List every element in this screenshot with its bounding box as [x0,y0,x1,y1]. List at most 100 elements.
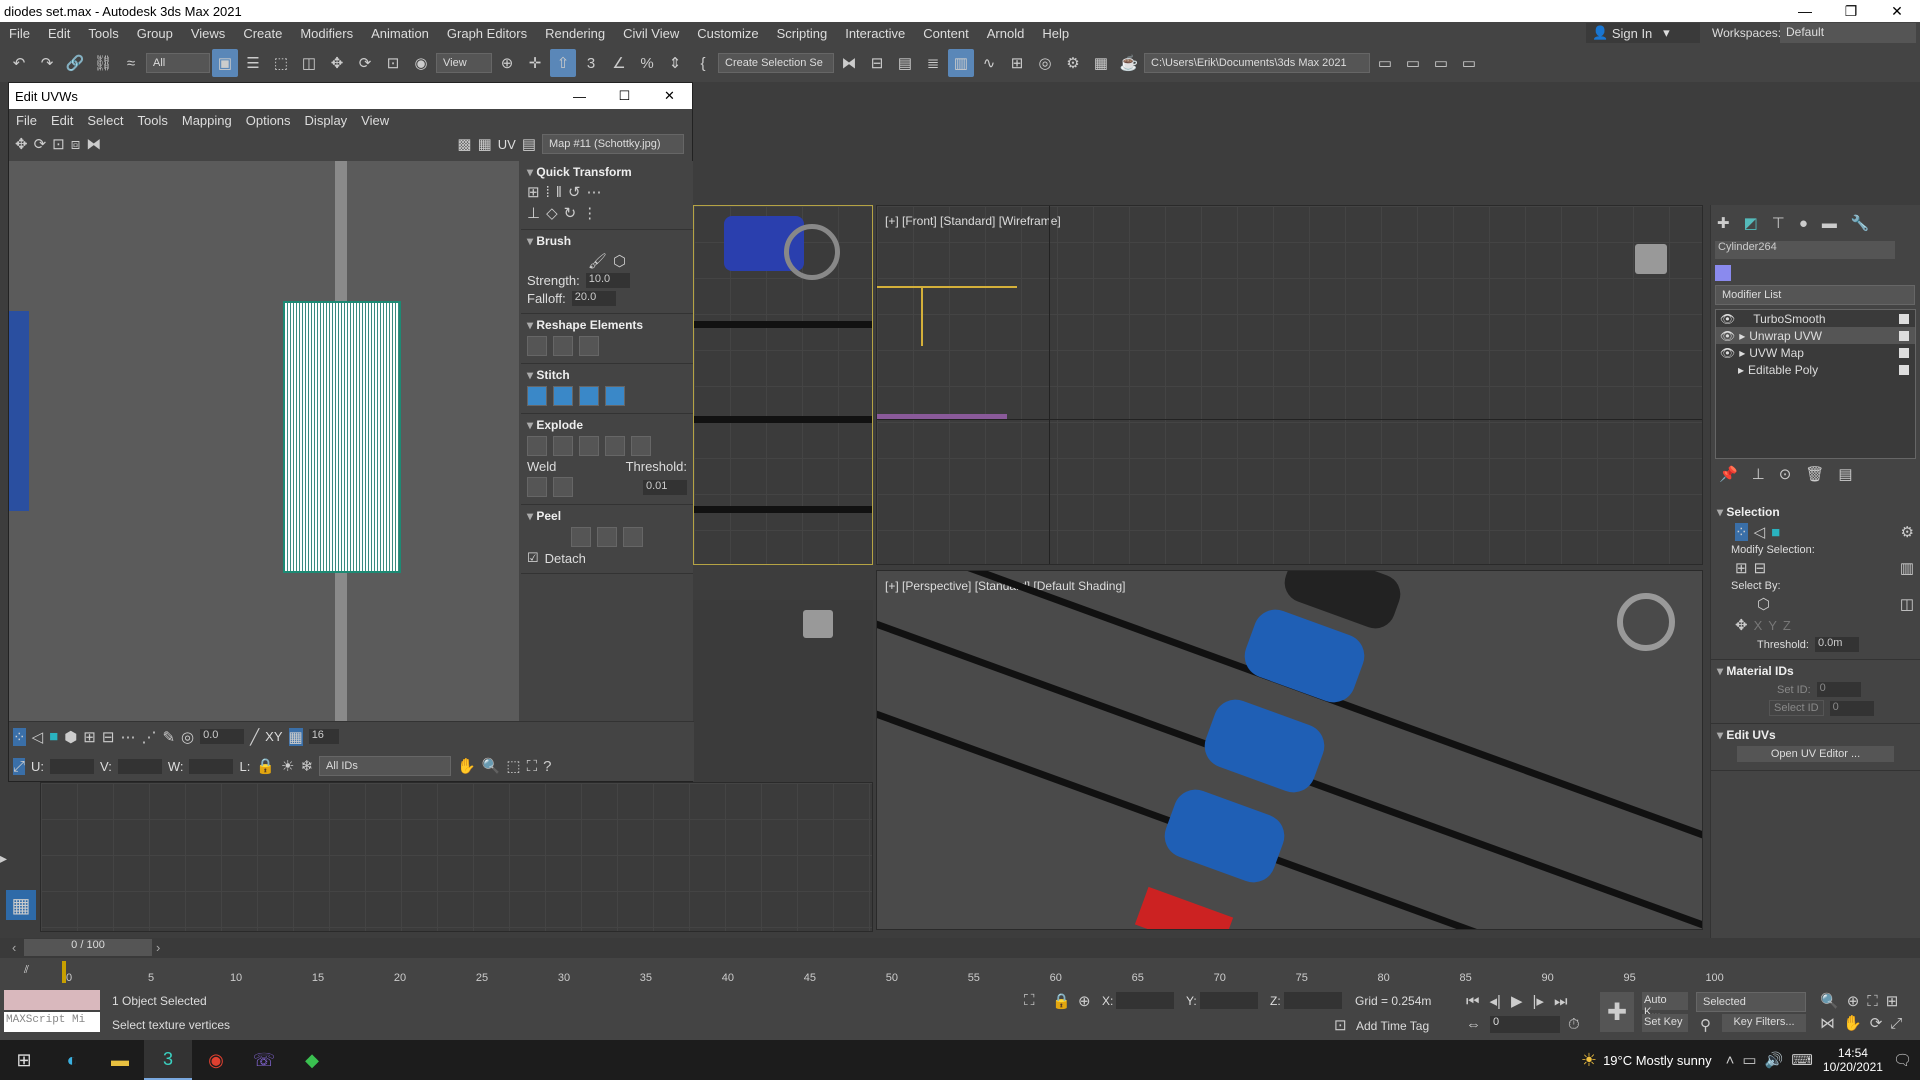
uv-scale-icon[interactable]: ⊡ [52,135,65,153]
absolute-mode-transform-icon[interactable]: ⊕ [1078,992,1091,1010]
material-id-dropdown[interactable]: All IDs [319,756,452,776]
rect-selection-icon[interactable]: ⬚ [268,49,294,77]
viewcube-front[interactable] [1635,244,1667,274]
element-mode-icon[interactable]: ⬢ [64,728,77,746]
selection-filter-dropdown[interactable]: All [146,53,210,73]
file-explorer-icon[interactable]: ▬ [96,1040,144,1080]
select-manipulate-icon[interactable]: ✛ [522,49,548,77]
select-id-spinner[interactable]: 0 [1829,700,1874,716]
shrink-selection-icon[interactable]: ⊟ [102,728,115,746]
brightness-icon[interactable]: ☀ [281,757,294,775]
clock[interactable]: 14:54 10/20/2021 [1823,1046,1883,1074]
uv-freeform-icon[interactable]: ⧈ [71,136,81,153]
element-select-icon[interactable]: ⚙ [1901,523,1914,541]
uvw-menu-view[interactable]: View [354,113,396,128]
vertex-mode-icon[interactable]: ⁘ [13,727,26,746]
snaps-toggle-icon[interactable]: 3 [578,49,604,77]
nav-extents-all-icon[interactable]: ⊞ [1886,992,1899,1010]
chrome-icon[interactable]: ◉ [192,1040,240,1080]
left-viewport[interactable] [40,782,873,932]
spinner-snap-icon[interactable]: ⇕ [662,49,688,77]
key-filter-dropdown[interactable]: Selected [1696,992,1806,1012]
w-field[interactable] [189,758,234,774]
v-field[interactable] [117,758,162,774]
language-icon[interactable]: ⌨ [1791,1051,1813,1069]
nav-fov-icon[interactable]: ⋈ [1820,1014,1835,1032]
ribbon-toggle-icon[interactable]: ▥ [948,49,974,77]
stitch-header[interactable]: Stitch [527,368,687,382]
explode-flatten-icon[interactable] [605,436,625,456]
rotate-ccw-icon[interactable]: ↺ [568,183,581,201]
project-icon-2[interactable]: ▭ [1400,49,1426,77]
uv-mirror-icon[interactable]: ⧓ [86,135,101,153]
motion-tab-icon[interactable]: ● [1799,215,1808,232]
relax-brush-icon[interactable]: ⬡ [613,252,626,270]
move-icon[interactable]: ✥ [324,49,350,77]
menu-content[interactable]: Content [914,26,978,41]
shrink-icon[interactable]: ⊟ [1754,559,1767,577]
expand-icon[interactable]: ▸ [1739,329,1745,343]
modifier-toggle[interactable] [1899,364,1909,375]
render-icon[interactable]: ☕ [1116,49,1142,77]
uvw-menu-tools[interactable]: Tools [131,113,175,128]
track-bar-toggle-icon[interactable]: ⫽ [24,964,50,982]
menu-interactive[interactable]: Interactive [836,26,914,41]
select-id-button[interactable]: Select ID [1769,700,1824,716]
peel-header[interactable]: Peel [527,509,687,523]
uvw-menu-mapping[interactable]: Mapping [175,113,239,128]
undo-icon[interactable]: ↶ [6,49,32,77]
layer-explorer-icon[interactable]: ≣ [920,49,946,77]
object-name-field[interactable]: Cylinder264 [1715,241,1895,259]
keyboard-shortcut-override-icon[interactable]: ⇧ [550,49,576,77]
viewcube-perspective[interactable] [1617,593,1675,651]
uvw-close-button[interactable]: ✕ [647,88,692,104]
time-configuration-icon[interactable]: ⏱ [1568,1016,1580,1033]
percent-snap-icon[interactable]: % [634,49,660,77]
explode-hard-icon[interactable] [631,436,651,456]
uvw-menu-display[interactable]: Display [298,113,355,128]
menu-customize[interactable]: Customize [688,26,767,41]
loop-select-icon[interactable]: ▥ [1900,559,1914,577]
edge-select-icon[interactable]: ◁ [1754,523,1766,541]
tray-chevron-icon[interactable]: ˄ [1726,1052,1735,1069]
viewcube-left[interactable] [803,610,833,638]
select-object-icon[interactable]: ▣ [212,49,238,77]
close-button[interactable]: ✕ [1874,3,1920,20]
explode-polygon-icon[interactable] [527,436,547,456]
grid-toggle-icon[interactable]: ▦ [478,135,492,153]
peel-mode-icon[interactable] [597,527,617,547]
menu-arnold[interactable]: Arnold [978,26,1034,41]
current-frame-field[interactable]: 0 [1490,1016,1560,1033]
schematic-view-icon[interactable]: ⊞ [1004,49,1030,77]
stitch-custom-icon[interactable] [605,386,625,406]
menu-tools[interactable]: Tools [79,26,127,41]
place-icon[interactable]: ◉ [408,49,434,77]
align-bottom-icon[interactable]: ⊥ [527,204,540,222]
rendered-frame-icon[interactable]: ▦ [1088,49,1114,77]
perspective-viewport[interactable]: [+] [Perspective] [Standard] [Default Sh… [876,570,1703,930]
play-icon[interactable]: ▶ [1511,992,1523,1010]
ignore-backfacing-icon[interactable]: ◫ [1900,595,1914,613]
menu-help[interactable]: Help [1033,26,1078,41]
z-coordinate-field[interactable] [1284,992,1342,1009]
weld-selected-icon[interactable] [527,477,547,497]
maxscript-mini-listener[interactable]: MAXScript Mi [4,1012,100,1032]
nav-zoom-all-icon[interactable]: ⊕ [1847,992,1860,1010]
uv-rotate-icon[interactable]: ⟳ [34,135,47,153]
relax-icon[interactable] [553,336,573,356]
modifier-toggle[interactable] [1899,347,1909,358]
goto-end-icon[interactable]: ⏭ [1554,992,1568,1010]
y-axis-icon[interactable]: Y [1768,618,1777,633]
project-path-dropdown[interactable]: C:\Users\Erik\Documents\3ds Max 2021 [1144,53,1370,73]
pin-stack-icon[interactable]: 📌 [1719,465,1738,483]
grid-size-spinner[interactable]: 16 [308,729,339,744]
quick-peel-icon[interactable] [571,527,591,547]
polygon-mode-icon[interactable]: ■ [49,728,58,745]
reshape-header[interactable]: Reshape Elements [527,318,687,332]
align-center-icon[interactable]: ◇ [546,204,558,222]
align-vertical-icon[interactable]: ‖ [556,184,562,201]
key-filters-button[interactable]: Key Filters... [1722,1014,1806,1032]
modify-tab-icon[interactable]: ◩ [1744,214,1758,232]
grow-selection-icon[interactable]: ⊞ [83,728,96,746]
nav-orbit-icon[interactable]: ⟳ [1870,1014,1883,1032]
